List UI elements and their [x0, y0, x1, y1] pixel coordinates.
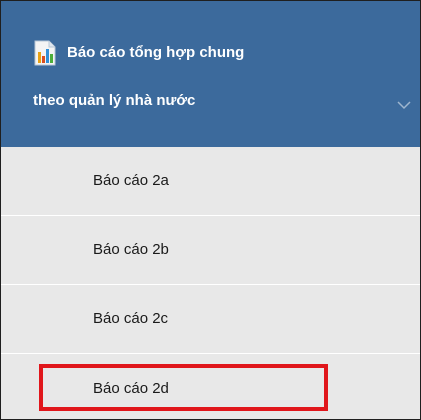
menu-item-label: Báo cáo 2d: [93, 380, 169, 397]
chevron-down-icon: [397, 101, 411, 110]
menu-item-label: Báo cáo 2c: [93, 310, 169, 327]
menu-item-bao-cao-2d[interactable]: Báo cáo 2d: [1, 354, 420, 419]
menu-title-line-2: theo quản lý nhà nước: [33, 92, 196, 109]
menu-item-bao-cao-2a[interactable]: Báo cáo 2a: [1, 147, 420, 216]
report-menu-header[interactable]: Báo cáo tổng hợp chung theo quản lý nhà …: [1, 1, 420, 147]
menu-item-bao-cao-2b[interactable]: Báo cáo 2b: [1, 216, 420, 285]
report-menu-panel: Báo cáo tổng hợp chung theo quản lý nhà …: [0, 0, 421, 420]
menu-title: Báo cáo tổng hợp chung theo quản lý nhà …: [33, 44, 397, 125]
menu-item-label: Báo cáo 2a: [93, 172, 169, 189]
menu-item-bao-cao-2c[interactable]: Báo cáo 2c: [1, 285, 420, 354]
menu-title-line-1: Báo cáo tổng hợp chung: [67, 44, 245, 61]
menu-item-label: Báo cáo 2b: [93, 241, 169, 258]
